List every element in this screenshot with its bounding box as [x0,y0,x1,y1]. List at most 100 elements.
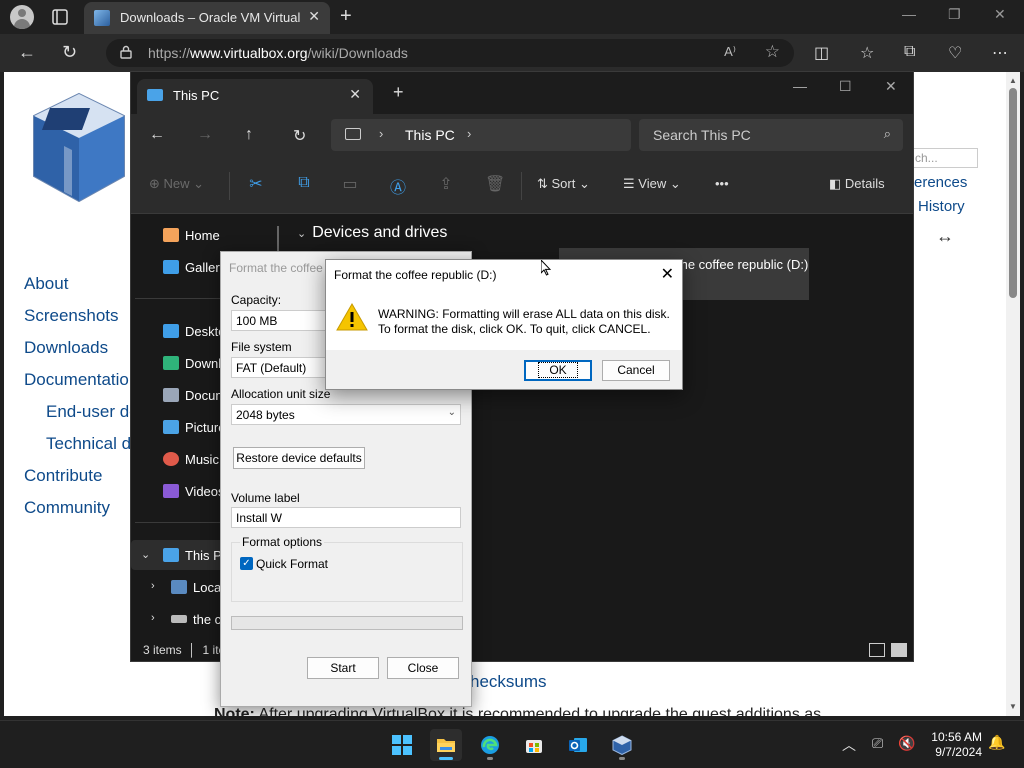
volume-label-input[interactable]: Install W [231,507,461,528]
explorer-path-bar[interactable]: › This PC › [331,119,631,151]
volume-muted-icon[interactable]: 🔇 [898,735,915,752]
view-button[interactable]: ☰ View ⌄ [623,176,681,192]
downloads-icon [163,356,179,370]
allocation-unit-select[interactable]: 2048 bytes ⌄ [231,404,461,425]
maximize-icon[interactable]: ☐ [839,78,852,95]
divider [521,172,522,200]
history-link[interactable]: History [918,198,965,215]
explorer-tab-this-pc[interactable]: This PC ✕ [137,79,373,114]
back-icon[interactable]: ← [18,42,36,63]
capacity-label: Capacity: [231,293,282,307]
delete-icon[interactable]: 🗑 [485,174,505,193]
explorer-search-input[interactable]: Search This PC ⌕ [639,119,903,151]
chevron-right-icon[interactable]: › [151,580,155,592]
close-window-icon[interactable]: ✕ [994,6,1006,23]
browser-essentials-icon[interactable]: ♡ [948,43,962,63]
scroll-down-icon[interactable]: ▼ [1009,702,1017,711]
details-button[interactable]: ◧ Details [829,176,885,192]
refresh-icon[interactable]: ↻ [293,126,306,146]
up-icon[interactable]: ↑ [245,126,253,144]
chevron-right-icon[interactable]: › [379,126,383,141]
chevron-right-icon[interactable]: › [151,612,155,624]
windows-logo-icon [392,735,412,755]
back-icon[interactable]: ← [149,126,165,144]
forward-icon[interactable]: → [197,126,213,144]
quick-format-label[interactable]: Quick Format [256,557,328,571]
restore-defaults-button[interactable]: Restore device defaults [233,447,365,469]
sidebar-item-music[interactable]: Music [163,452,219,474]
upgrade-note: Note: After upgrading VirtualBox it is r… [214,706,822,716]
home-icon [163,228,179,242]
start-button[interactable]: Start [307,657,379,679]
profile-avatar[interactable] [10,5,34,29]
show-hidden-icons-chevron-icon[interactable]: ︿ [842,735,856,755]
system-clock[interactable]: 10:56 AM 9/7/2024 [922,730,982,760]
favorites-icon[interactable]: ☆ [860,43,874,63]
new-tab-button[interactable]: + [393,82,404,103]
details-view-icon[interactable] [869,643,885,657]
scroll-up-icon[interactable]: ▲ [1009,76,1017,85]
close-tab-icon[interactable]: ✕ [308,8,320,25]
taskbar-file-explorer[interactable] [430,729,462,761]
copy-icon[interactable]: ⧉ [295,174,313,192]
page-scrollbar[interactable]: ▲ ▼ [1006,72,1020,716]
read-aloud-icon[interactable]: A⁾ [724,44,736,60]
restore-icon[interactable]: ❐ [948,6,961,23]
devices-group-header[interactable]: ⌄ Devices and drives [297,224,447,242]
new-button[interactable]: ⊕ New ⌄ [149,176,204,192]
close-icon[interactable]: ✕ [661,264,674,284]
sidebar-item-home[interactable]: Home [163,228,220,250]
browser-tab-title: Downloads – Oracle VM VirtualBox [120,10,300,25]
share-icon[interactable]: ⇪ [437,174,455,193]
refresh-icon[interactable]: ↻ [62,42,77,63]
browser-tab-active[interactable]: Downloads – Oracle VM VirtualBox ✕ [84,2,330,34]
search-icon: ⌕ [883,126,891,141]
minimize-icon[interactable]: — [902,6,916,22]
minimize-icon[interactable]: — [793,78,807,94]
chevron-down-icon: ⌄ [447,407,456,418]
ok-button[interactable]: OK [524,360,592,381]
split-screen-icon[interactable]: ◫ [814,43,829,63]
close-tab-icon[interactable]: ✕ [349,86,361,103]
start-button[interactable] [386,729,418,761]
chevron-right-icon[interactable]: › [467,126,471,141]
preferences-link[interactable]: erences [914,174,967,191]
chevron-down-icon[interactable]: ⌄ [297,228,306,240]
breadcrumb-this-pc[interactable]: This PC [405,127,455,143]
address-bar[interactable]: https://www.virtualbox.org/wiki/Download… [106,39,794,67]
tab-actions-icon[interactable] [50,7,70,27]
taskbar-edge[interactable] [474,729,506,761]
lock-icon[interactable] [120,45,132,59]
mouse-cursor-icon [541,260,551,276]
tiles-view-icon[interactable] [891,643,907,657]
documents-icon [163,388,179,402]
more-options-button[interactable]: ••• [715,176,729,191]
format-progress-bar [231,616,463,630]
rename-icon[interactable]: Ⓐ [389,174,407,197]
notification-bell-icon[interactable]: 🔔 [988,734,1005,751]
checksums-link[interactable]: hecksums [470,672,547,692]
close-window-icon[interactable]: ✕ [885,78,897,95]
favorite-star-icon[interactable]: ☆ [765,42,780,62]
url-text[interactable]: https://www.virtualbox.org/wiki/Download… [148,45,408,61]
sidebar-item-gallery[interactable]: Gallery [163,260,226,282]
taskbar-virtualbox[interactable] [606,729,638,761]
device-icon[interactable]: ⎚ [872,735,883,752]
scrollbar-thumb[interactable] [1009,88,1017,298]
sidebar-item-videos[interactable]: Videos [163,484,225,506]
paste-icon[interactable]: ▭ [341,174,359,193]
collections-icon[interactable]: ⧉ [904,43,915,61]
warning-dialog-title: Format the coffee republic (D:) [334,268,497,282]
cancel-button[interactable]: Cancel [602,360,670,381]
new-tab-button[interactable]: + [340,5,352,28]
sort-button[interactable]: ⇅ Sort ⌄ [537,176,590,192]
close-button[interactable]: Close [387,657,459,679]
more-menu-icon[interactable]: ⋯ [992,43,1008,63]
taskbar-outlook[interactable] [562,729,594,761]
taskbar-store[interactable] [518,729,550,761]
cut-icon[interactable]: ✂ [247,174,265,193]
format-options-group: Format options ✓ Quick Format [231,535,463,602]
virtualbox-favicon [94,10,110,26]
quick-format-checkbox[interactable]: ✓ [240,557,253,570]
chevron-down-icon[interactable]: ⌄ [141,548,150,561]
